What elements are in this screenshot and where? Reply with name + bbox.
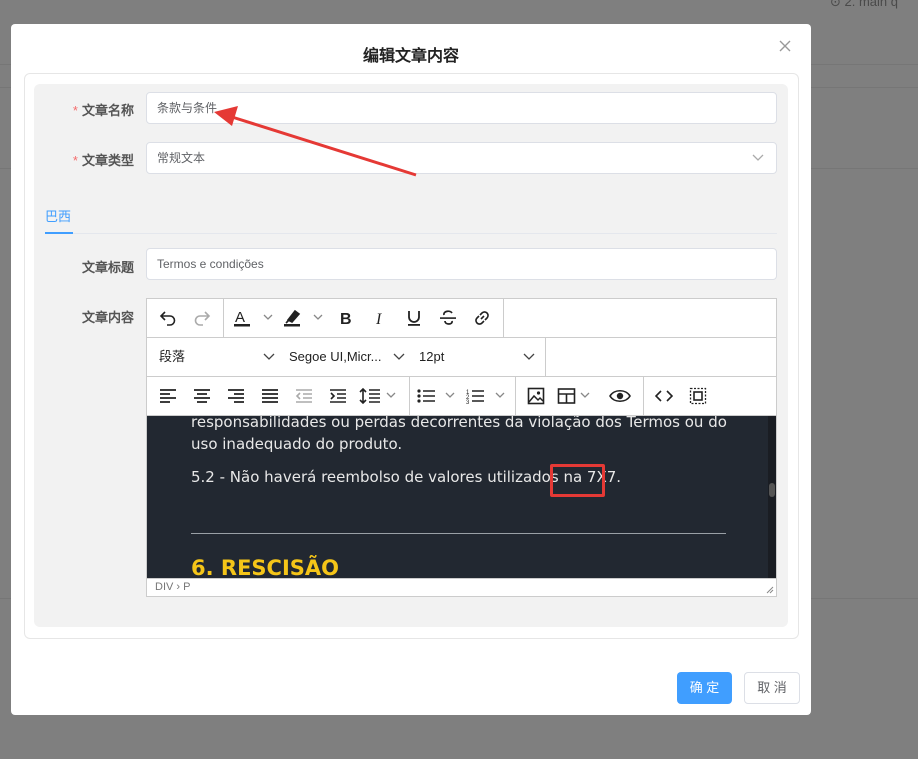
article-type-label: * 文章类型 <box>72 153 134 168</box>
confirm-button[interactable]: 确 定 <box>677 672 732 704</box>
editor-statusbar: DIV › P <box>147 578 776 596</box>
section-heading: 6. RESCISÃO <box>191 556 339 579</box>
horizontal-rule <box>191 533 726 534</box>
background-header-text: ⊙ 2. main q <box>830 0 898 9</box>
toolbar-row-1: A B I <box>147 299 776 338</box>
numbered-list-button[interactable]: 123 <box>465 377 511 415</box>
table-button[interactable] <box>555 377 599 415</box>
toolbar-separator <box>643 377 644 415</box>
tab-active-indicator <box>45 232 73 234</box>
article-name-label: * 文章名称 <box>72 103 134 118</box>
chevron-down-icon <box>263 353 275 360</box>
resize-handle-icon[interactable] <box>765 585 774 594</box>
close-icon[interactable] <box>777 38 793 54</box>
article-title-input[interactable]: Termos e condições <box>146 248 777 280</box>
underline-icon[interactable] <box>399 299 429 337</box>
element-path: DIV › P <box>155 581 191 593</box>
indent-icon[interactable] <box>323 377 353 415</box>
toolbar-separator <box>223 299 224 337</box>
bold-icon[interactable]: B <box>331 299 361 337</box>
align-justify-icon[interactable] <box>255 377 285 415</box>
preview-eye-icon[interactable] <box>603 377 637 415</box>
toolbar-row-3: 123 <box>147 377 776 416</box>
editor-content-area[interactable]: responsabilidades ou perdas decorrentes … <box>147 416 776 579</box>
svg-text:3: 3 <box>466 400 470 404</box>
article-title-value: Termos e condições <box>157 257 264 271</box>
align-right-icon[interactable] <box>221 377 251 415</box>
link-icon[interactable] <box>467 299 497 337</box>
annotation-highlight-box <box>550 464 605 497</box>
align-left-icon[interactable] <box>153 377 183 415</box>
scrollbar-thumb[interactable] <box>769 483 775 497</box>
edit-article-dialog: 编辑文章内容 *文章名称 条款与条件 *文章类型 常规文本 巴西 文章标题 <box>11 24 811 715</box>
chevron-down-icon <box>393 353 405 360</box>
cancel-button[interactable]: 取 消 <box>744 672 800 704</box>
font-family-value: Segoe UI,Micr... <box>289 349 382 364</box>
svg-text:I: I <box>375 311 382 326</box>
required-mark: * <box>72 153 78 168</box>
bullet-list-button[interactable] <box>415 377 461 415</box>
article-type-select[interactable]: 常规文本 <box>146 142 777 174</box>
text-color-button[interactable]: A <box>229 299 275 337</box>
font-size-select[interactable]: 12pt <box>411 338 541 376</box>
editor-scrollbar[interactable] <box>768 416 776 579</box>
undo-icon[interactable] <box>153 299 183 337</box>
toolbar-separator <box>409 377 410 415</box>
article-type-value: 常规文本 <box>157 151 206 165</box>
strikethrough-icon[interactable] <box>433 299 463 337</box>
chevron-down-icon <box>752 154 764 161</box>
block-format-value: 段落 <box>159 349 186 364</box>
dialog-title: 编辑文章内容 <box>362 48 459 65</box>
chevron-down-icon <box>523 353 535 360</box>
line-height-button[interactable] <box>357 377 401 415</box>
align-center-icon[interactable] <box>187 377 217 415</box>
toolbar-separator <box>545 338 546 376</box>
image-icon[interactable] <box>521 377 551 415</box>
redo-icon[interactable] <box>187 299 217 337</box>
tab-brazil[interactable]: 巴西 <box>45 206 71 225</box>
font-size-value: 12pt <box>419 349 445 364</box>
rich-text-editor: A B I 段落 Segoe UI,Micr... 12pt 1 2 3 res… <box>146 298 777 597</box>
content-line: uso inadequado do produto. <box>191 435 403 453</box>
article-name-input[interactable]: 条款与条件 <box>146 92 777 124</box>
code-view-icon[interactable] <box>649 377 679 415</box>
outdent-icon[interactable] <box>289 377 319 415</box>
article-name-value: 条款与条件 <box>157 101 218 115</box>
font-family-select[interactable]: Segoe UI,Micr... <box>281 338 409 376</box>
toolbar-row-2: 段落 Segoe UI,Micr... 12pt <box>147 338 776 377</box>
svg-text:B: B <box>340 311 352 326</box>
toolbar-separator <box>503 299 504 337</box>
block-format-select[interactable]: 段落 <box>147 338 279 376</box>
tab-divider <box>45 233 777 234</box>
form-card: * 文章名称 条款与条件 * 文章类型 常规文本 巴西 文章标题 Termos e … <box>24 73 799 639</box>
toolbar-separator <box>515 377 516 415</box>
highlight-color-button[interactable] <box>279 299 325 337</box>
fullscreen-icon[interactable] <box>683 377 713 415</box>
article-title-label: 文章标题 <box>81 260 134 275</box>
article-content-label: 文章内容 <box>81 310 134 325</box>
italic-icon[interactable]: I <box>365 299 395 337</box>
svg-text:A: A <box>235 309 245 326</box>
content-line: responsabilidades ou perdas decorrentes … <box>191 416 727 431</box>
form-panel: * 文章名称 条款与条件 * 文章类型 常规文本 巴西 文章标题 Termos e … <box>34 84 788 627</box>
required-mark: * <box>72 103 78 118</box>
